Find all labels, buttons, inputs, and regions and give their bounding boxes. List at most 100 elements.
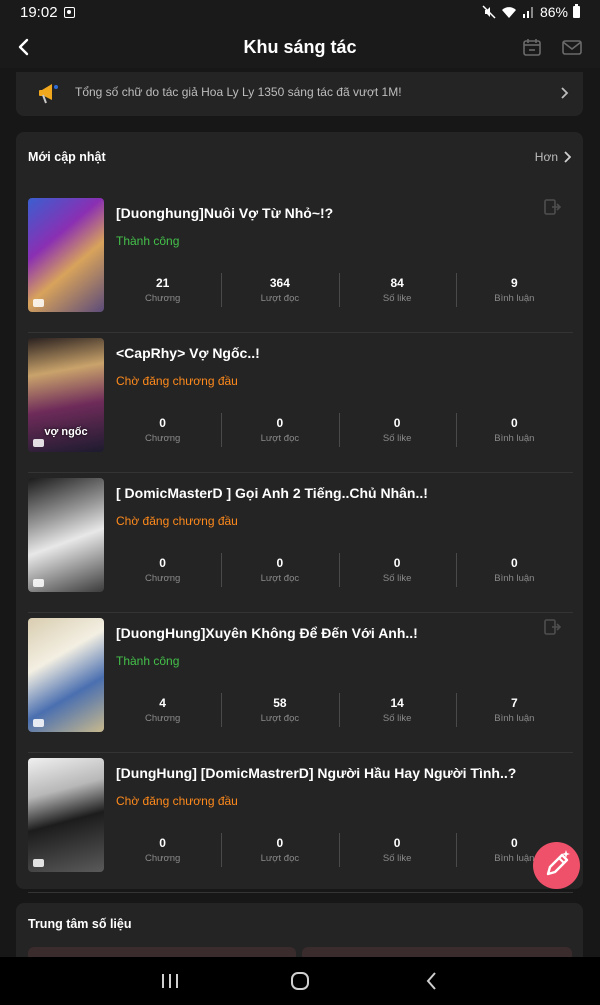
- stat-value: 0: [276, 416, 284, 430]
- stat-value: 0: [511, 416, 518, 430]
- stat-likes: 0 Số like: [338, 553, 456, 589]
- stat-label: Lượt đọc: [260, 853, 300, 864]
- story-cover-image[interactable]: vợ ngốc: [28, 338, 104, 452]
- stat-label: Bình luận: [494, 433, 535, 444]
- home-icon[interactable]: [288, 969, 312, 993]
- stat-reads: 0 Lượt đọc: [221, 553, 338, 589]
- calendar-icon[interactable]: [521, 36, 543, 58]
- story-item[interactable]: [Duonghung]Nuôi Vợ Từ Nhỏ~!? Thành công …: [28, 192, 573, 333]
- announcement-text: Tổng số chữ do tác giả Hoa Ly Ly 1350 sá…: [75, 85, 402, 99]
- chat-badge-icon: [33, 859, 44, 867]
- stat-likes: 14 Số like: [338, 693, 456, 729]
- story-status: Chờ đăng chương đầu: [116, 794, 238, 808]
- recent-apps-icon[interactable]: [158, 969, 182, 993]
- system-nav-bar: [0, 957, 600, 1005]
- chevron-right-icon: [561, 87, 569, 99]
- stat-label: Số like: [382, 433, 412, 444]
- signal-icon: [522, 7, 533, 18]
- stat-label: Lượt đọc: [260, 293, 300, 304]
- status-time: 19:02: [20, 4, 58, 21]
- stat-label: Lượt đọc: [260, 713, 300, 724]
- recent-updates-card: Mới cập nhật Hơn [Duonghung]Nuôi Vợ Từ N…: [16, 132, 583, 893]
- chat-badge-icon: [33, 299, 44, 307]
- story-status: Thành công: [116, 654, 180, 668]
- stat-comments: 7 Bình luận: [455, 693, 573, 729]
- stat-label: Số like: [382, 293, 412, 304]
- battery-icon: [573, 4, 580, 18]
- stat-value: 84: [390, 276, 404, 290]
- stat-value: 0: [511, 556, 518, 570]
- stat-value: 0: [276, 556, 284, 570]
- write-story-button[interactable]: [533, 842, 580, 889]
- stat-chapters: 0 Chương: [104, 413, 221, 449]
- stat-value: 58: [273, 696, 287, 710]
- stat-value: 0: [393, 416, 401, 430]
- stat-label: Số like: [382, 853, 412, 864]
- story-item[interactable]: [DungHung] [DomicMastrerD] Người Hầu Hay…: [28, 752, 573, 893]
- status-right: 86%: [482, 4, 580, 20]
- stat-label: Số like: [382, 713, 412, 724]
- story-item[interactable]: vợ ngốc <CapRhy> Vợ Ngốc..! Chờ đăng chư…: [28, 332, 573, 473]
- story-cover-image[interactable]: [28, 758, 104, 872]
- stat-value: 4: [159, 696, 166, 710]
- stat-chapters: 4 Chương: [104, 693, 221, 729]
- story-item[interactable]: [DuongHung]Xuyên Không Để Đến Với Anh..!…: [28, 612, 573, 753]
- stat-chapters: 0 Chương: [104, 833, 221, 869]
- stat-label: Bình luận: [494, 293, 535, 304]
- mail-icon[interactable]: [561, 36, 583, 58]
- story-title[interactable]: [Duonghung]Nuôi Vợ Từ Nhỏ~!?: [116, 205, 526, 221]
- story-item[interactable]: [ DomicMasterD ] Gọi Anh 2 Tiếng..Chủ Nh…: [28, 472, 573, 613]
- stat-reads: 364 Lượt đọc: [221, 273, 338, 309]
- notification-icon: [64, 7, 75, 18]
- stat-reads: 58 Lượt đọc: [221, 693, 338, 729]
- stat-value: 364: [269, 276, 290, 290]
- exit-icon[interactable]: [543, 198, 561, 216]
- stat-value: 14: [390, 696, 404, 710]
- stat-label: Chương: [144, 293, 181, 304]
- story-stats: 4 Chương 58 Lượt đọc 14 Số like 7 Bình luận: [104, 693, 573, 729]
- page-title: Khu sáng tác: [243, 37, 357, 57]
- story-title[interactable]: [DungHung] [DomicMastrerD] Người Hầu Hay…: [116, 765, 526, 781]
- stat-label: Bình luận: [494, 713, 535, 724]
- battery-percent: 86%: [539, 4, 568, 20]
- story-status: Thành công: [116, 234, 180, 248]
- stat-label: Bình luận: [494, 573, 535, 584]
- story-stats: 21 Chương 364 Lượt đọc 84 Số like 9 Bình luậ…: [104, 273, 573, 309]
- story-title[interactable]: <CapRhy> Vợ Ngốc..!: [116, 345, 526, 361]
- stat-chapters: 0 Chương: [104, 553, 221, 589]
- stat-chapters: 21 Chương: [104, 273, 221, 309]
- stat-label: Lượt đọc: [260, 433, 300, 444]
- story-cover-image[interactable]: [28, 618, 104, 732]
- megaphone-icon: [39, 84, 58, 104]
- stat-label: Chương: [144, 713, 181, 724]
- stat-label: Chương: [144, 853, 181, 864]
- announcement-banner[interactable]: Tổng số chữ do tác giả Hoa Ly Ly 1350 sá…: [16, 72, 583, 116]
- exit-icon[interactable]: [543, 618, 561, 636]
- recent-updates-title: Mới cập nhật: [28, 150, 106, 164]
- stat-reads: 0 Lượt đọc: [221, 413, 338, 449]
- story-title[interactable]: [ DomicMasterD ] Gọi Anh 2 Tiếng..Chủ Nh…: [116, 485, 526, 501]
- chevron-right-icon: [564, 151, 571, 163]
- data-center-title: Trung tâm số liệu: [28, 917, 132, 931]
- wifi-icon: [501, 6, 516, 18]
- more-link[interactable]: Hơn: [535, 150, 571, 164]
- story-cover-image[interactable]: [28, 198, 104, 312]
- stat-label: Chương: [144, 433, 181, 444]
- stat-value: 0: [159, 836, 166, 850]
- status-bar: 19:02 86%: [0, 0, 600, 28]
- stat-comments: 9 Bình luận: [455, 273, 573, 309]
- chat-badge-icon: [33, 439, 44, 447]
- stat-reads: 0 Lượt đọc: [221, 833, 338, 869]
- more-label: Hơn: [534, 150, 558, 164]
- story-title[interactable]: [DuongHung]Xuyên Không Để Đến Với Anh..!: [116, 625, 526, 641]
- stat-likes: 84 Số like: [338, 273, 456, 309]
- stat-value: 9: [511, 276, 518, 290]
- data-center-card: Trung tâm số liệu: [16, 903, 583, 963]
- chat-badge-icon: [33, 579, 44, 587]
- back-nav-icon[interactable]: [420, 969, 444, 993]
- app-header: Khu sáng tác: [0, 28, 600, 68]
- stat-value: 0: [393, 556, 401, 570]
- story-cover-image[interactable]: [28, 478, 104, 592]
- stat-likes: 0 Số like: [338, 833, 456, 869]
- cover-caption: vợ ngốc: [44, 426, 88, 438]
